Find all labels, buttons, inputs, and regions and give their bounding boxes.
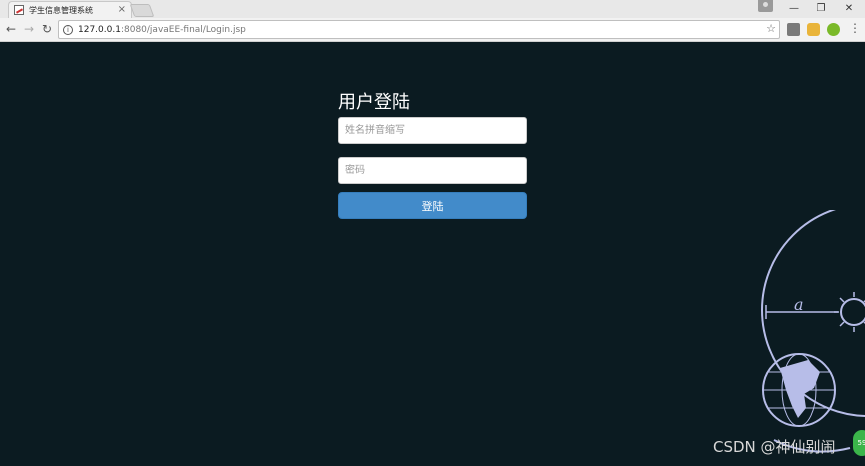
sun-icon [840, 298, 865, 326]
browser-chrome: 学生信息管理系统 × — ❐ ✕ ← → ↻ i 127.0.0.1 :8080… [0, 0, 865, 42]
back-button[interactable]: ← [3, 21, 19, 37]
login-page: 用户登陆 登陆 a CSDN @神仙别闹 59 [0, 42, 865, 466]
watermark-text: CSDN @神仙别闹 [713, 438, 836, 456]
login-button[interactable]: 登陆 [338, 192, 527, 219]
username-input[interactable] [338, 117, 527, 144]
login-title: 用户登陆 [338, 92, 410, 113]
extension-reader-icon[interactable] [787, 23, 800, 36]
url-host: 127.0.0.1 [78, 24, 121, 35]
minimize-button[interactable]: — [781, 0, 807, 16]
close-window-button[interactable]: ✕ [836, 0, 862, 16]
restore-button[interactable]: ❐ [808, 0, 834, 16]
url-path: :8080/javaEE-final/Login.jsp [120, 24, 246, 35]
extension-circle-icon[interactable] [827, 23, 840, 36]
forward-button[interactable]: → [21, 21, 37, 37]
profile-icon[interactable] [758, 0, 773, 12]
tab-title: 学生信息管理系统 [29, 5, 93, 15]
extension-lock-icon[interactable] [807, 23, 820, 36]
site-info-icon[interactable]: i [63, 24, 73, 35]
bookmark-star-icon[interactable]: ☆ [766, 22, 776, 35]
browser-toolbar: ← → ↻ i 127.0.0.1 :8080/javaEE-final/Log… [0, 18, 865, 42]
browser-menu-icon[interactable]: ⋮ [849, 21, 861, 35]
sun-earth-drawing: a [761, 210, 865, 453]
tab-close-icon[interactable]: × [118, 4, 126, 15]
globe-icon [762, 353, 836, 427]
drawing-label: a [794, 295, 804, 314]
status-badge: 59 [853, 430, 865, 456]
tab-strip: 学生信息管理系统 × — ❐ ✕ [0, 0, 865, 18]
browser-tab[interactable]: 学生信息管理系统 × [8, 1, 132, 18]
address-bar[interactable]: i 127.0.0.1 :8080/javaEE-final/Login.jsp… [58, 20, 780, 39]
password-input[interactable] [338, 157, 527, 184]
reload-button[interactable]: ↻ [39, 21, 55, 37]
new-tab-button[interactable] [129, 4, 155, 17]
page-favicon-icon [14, 5, 24, 15]
